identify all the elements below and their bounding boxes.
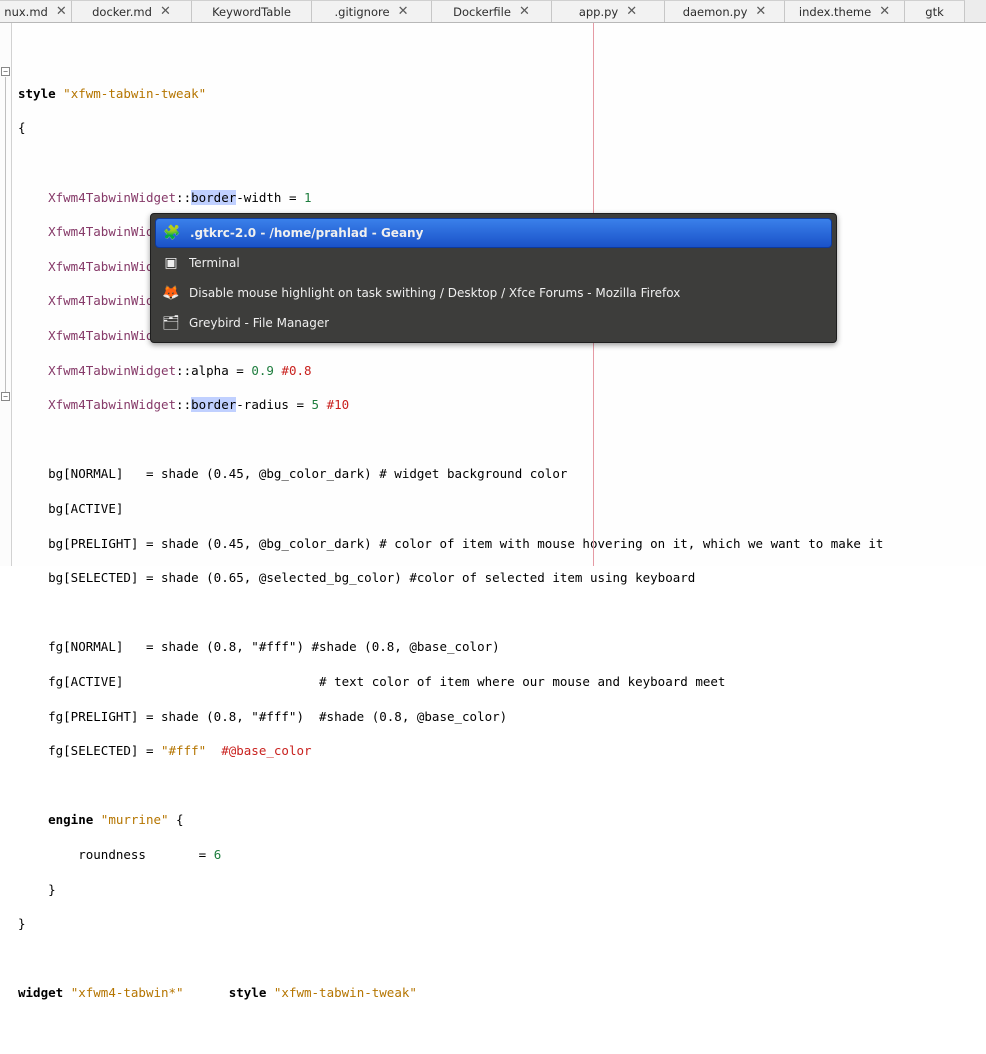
tab-nux[interactable]: nux.md ✕: [0, 0, 72, 22]
code-ident: Xfwm4TabwinWidget: [48, 363, 176, 378]
tab-dockerfile[interactable]: Dockerfile ✕: [432, 0, 552, 22]
close-icon[interactable]: ✕: [56, 5, 67, 18]
code-line: bg[PRELIGHT] = shade (0.45, @bg_color_da…: [48, 536, 883, 551]
code-line: fg[NORMAL] = shade (0.8, "#fff") #shade …: [48, 639, 500, 654]
code-text: roundness =: [78, 847, 213, 862]
close-icon[interactable]: ✕: [519, 5, 530, 18]
string-literal: "#fff": [161, 743, 206, 758]
switcher-item-terminal[interactable]: ▣ Terminal: [155, 248, 832, 278]
tab-index-theme[interactable]: index.theme ✕: [785, 0, 905, 22]
string-literal: "xfwm-tabwin-tweak": [274, 985, 417, 1000]
close-icon[interactable]: ✕: [626, 5, 637, 18]
close-icon[interactable]: ✕: [755, 5, 766, 18]
tab-docker[interactable]: docker.md ✕: [72, 0, 192, 22]
code-number: 6: [214, 847, 222, 862]
tab-label: gtk: [925, 5, 943, 19]
code-comment: #@base_color: [206, 743, 311, 758]
switcher-item-label: Terminal: [189, 256, 240, 270]
switcher-item-label: .gtkrc-2.0 - /home/prahlad - Geany: [190, 226, 423, 240]
code-number: 5: [312, 397, 320, 412]
file-manager-app-icon: 🗂: [163, 315, 179, 331]
code-line: bg[ACTIVE]: [48, 501, 123, 516]
keyword-style: style: [18, 86, 56, 101]
fold-guide: [5, 77, 6, 397]
string-literal: "murrine": [101, 812, 169, 827]
code-text: alpha =: [191, 363, 251, 378]
brace: }: [48, 882, 56, 897]
code-text: [184, 985, 229, 1000]
search-highlight: border: [191, 397, 236, 412]
switcher-item-label: Greybird - File Manager: [189, 316, 329, 330]
switcher-item-label: Disable mouse highlight on task swithing…: [189, 286, 680, 300]
editor-tab-bar: nux.md ✕ docker.md ✕ KeywordTable .gitig…: [0, 0, 986, 23]
keyword-engine: engine: [48, 812, 93, 827]
close-icon[interactable]: ✕: [879, 5, 890, 18]
code-line: fg[ACTIVE] # text color of item where ou…: [48, 674, 725, 689]
brace: }: [18, 916, 26, 931]
tab-label: index.theme: [799, 5, 871, 19]
code-ident: Xfwm4TabwinWidget: [48, 397, 176, 412]
fold-toggle-icon[interactable]: −: [1, 67, 10, 76]
brace: {: [18, 119, 980, 136]
code-line: bg[NORMAL] = shade (0.45, @bg_color_dark…: [48, 466, 567, 481]
tab-daemon-py[interactable]: daemon.py ✕: [665, 0, 785, 22]
switcher-item-geany[interactable]: 🧩 .gtkrc-2.0 - /home/prahlad - Geany: [155, 218, 832, 248]
fold-gutter: − −: [0, 23, 12, 566]
firefox-app-icon: 🦊: [163, 285, 179, 301]
close-icon[interactable]: ✕: [160, 5, 171, 18]
tab-label: app.py: [579, 5, 618, 19]
string-literal: "xfwm-tabwin-tweak": [63, 86, 206, 101]
tab-label: Dockerfile: [453, 5, 511, 19]
code-sep: ::: [176, 363, 191, 378]
keyword-style: style: [229, 985, 267, 1000]
switcher-item-firefox[interactable]: 🦊 Disable mouse highlight on task swithi…: [155, 278, 832, 308]
tab-label: docker.md: [92, 5, 152, 19]
tab-label: daemon.py: [683, 5, 748, 19]
code-comment: #10: [319, 397, 349, 412]
keyword-widget: widget: [18, 985, 63, 1000]
close-icon[interactable]: ✕: [398, 5, 409, 18]
code-text: fg[SELECTED] =: [48, 743, 161, 758]
code-number: 0.9: [251, 363, 274, 378]
geany-app-icon: 🧩: [164, 225, 180, 241]
code-text: -width =: [236, 190, 304, 205]
tab-label: .gitignore: [335, 5, 390, 19]
tab-label: nux.md: [4, 5, 48, 19]
code-sep: ::: [176, 397, 191, 412]
string-literal: "xfwm4-tabwin*": [71, 985, 184, 1000]
terminal-app-icon: ▣: [163, 255, 179, 271]
code-line: fg[PRELIGHT] = shade (0.8, "#fff") #shad…: [48, 709, 507, 724]
search-highlight: border: [191, 190, 236, 205]
code-comment: #0.8: [274, 363, 312, 378]
tab-app-py[interactable]: app.py ✕: [552, 0, 665, 22]
tab-keywordtable[interactable]: KeywordTable: [192, 0, 312, 22]
code-line: bg[SELECTED] = shade (0.65, @selected_bg…: [48, 570, 695, 585]
code-text: -radius =: [236, 397, 311, 412]
fold-toggle-icon[interactable]: −: [1, 392, 10, 401]
switcher-item-file-manager[interactable]: 🗂 Greybird - File Manager: [155, 308, 832, 338]
tab-label: KeywordTable: [212, 5, 291, 19]
code-ident: Xfwm4TabwinWidget: [48, 190, 176, 205]
tab-gtk[interactable]: gtk: [905, 0, 965, 22]
brace: {: [169, 812, 184, 827]
code-sep: ::: [176, 190, 191, 205]
code-number: 1: [304, 190, 312, 205]
task-switcher-popup: 🧩 .gtkrc-2.0 - /home/prahlad - Geany ▣ T…: [150, 213, 837, 343]
tab-gitignore[interactable]: .gitignore ✕: [312, 0, 432, 22]
